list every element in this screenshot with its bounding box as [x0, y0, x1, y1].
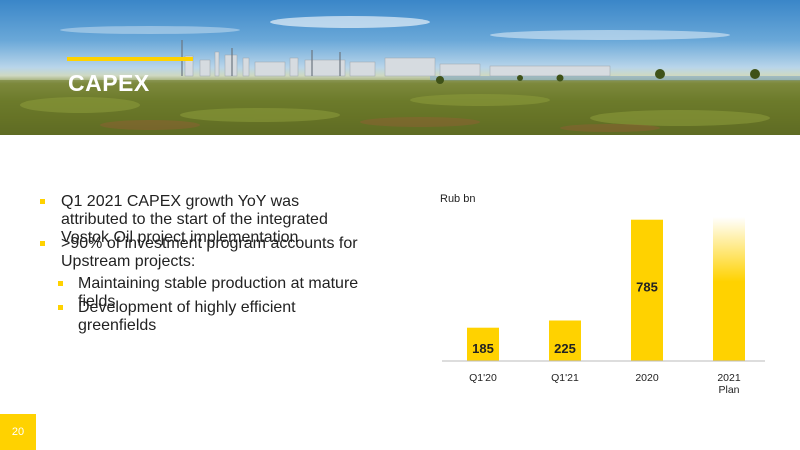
category-tick-label: 2021 [717, 372, 741, 384]
bullet-marker [40, 241, 45, 246]
title-accent-bar [67, 57, 193, 61]
sub-bullet-item: Development of highly efficient greenfie… [58, 299, 378, 335]
capex-bar-chart: 185 Q1'20 225 Q1'21 785 2020 2021Plan [442, 217, 765, 396]
bullet-item: >90% of investment program accounts for … [40, 235, 370, 271]
bullet-marker [58, 281, 63, 286]
category-tick-label: Plan [718, 384, 739, 396]
bar-value-label: 185 [472, 341, 494, 356]
slide-title: CAPEX [68, 70, 150, 96]
bullet-text: >90% of investment program accounts for … [61, 235, 358, 270]
landscape-illustration [0, 16, 800, 135]
bar-value-label: 785 [636, 280, 658, 295]
bullet-marker [40, 199, 45, 204]
category-tick-label: Q1'20 [469, 372, 497, 384]
bullet-marker [58, 305, 63, 310]
category-tick-label: 2020 [635, 372, 659, 384]
page-number: 20 [0, 414, 36, 450]
bullet-text: Development of highly efficient greenfie… [78, 299, 296, 334]
bar-3 [713, 217, 745, 361]
bar-value-label: 225 [554, 341, 576, 356]
header-banner-image [0, 0, 800, 135]
category-tick-label: Q1'21 [551, 372, 579, 384]
